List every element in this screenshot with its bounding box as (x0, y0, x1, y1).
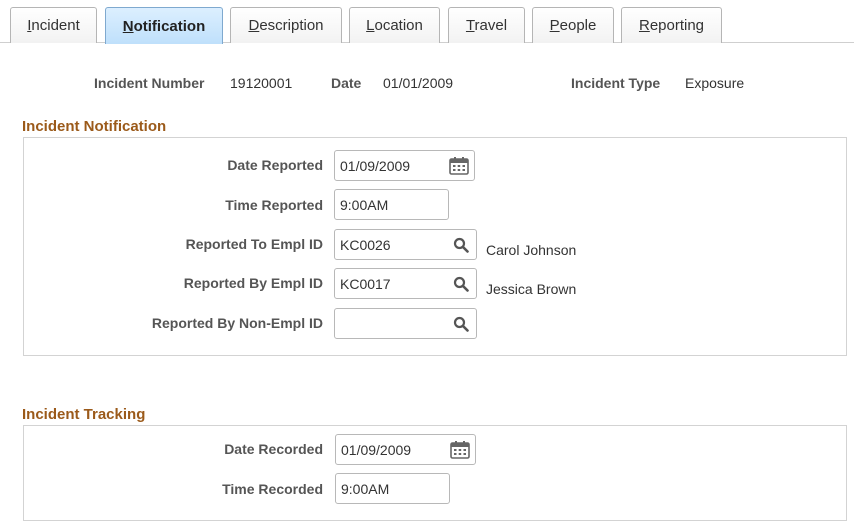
tab-label: Travel (465, 17, 508, 34)
search-icon[interactable] (451, 315, 471, 333)
incident-type-label: Incident Type (571, 75, 661, 91)
tab-reporting[interactable]: Reporting (621, 7, 722, 43)
tab-label: Description (248, 17, 324, 34)
reported-by-nonempl-label: Reported By Non-Empl ID (151, 315, 323, 331)
tab-travel[interactable]: Travel (448, 7, 525, 43)
reported-by-nonempl-field (334, 308, 477, 339)
time-reported-field (334, 189, 449, 220)
incident-tracking-title: Incident Tracking (22, 406, 146, 423)
tab-label: Location (366, 17, 423, 34)
reported-to-name: Carol Johnson (486, 242, 577, 258)
date-label: Date (331, 75, 362, 91)
date-recorded-label: Date Recorded (224, 441, 323, 457)
date-recorded-field (335, 434, 476, 465)
date-reported-label: Date Reported (227, 157, 323, 173)
reported-by-name: Jessica Brown (486, 281, 577, 297)
reported-to-label: Reported To Empl ID (185, 236, 323, 252)
incident-number-label: Incident Number (94, 75, 205, 91)
time-recorded-label: Time Recorded (222, 481, 323, 497)
tab-label: People (549, 17, 597, 34)
time-reported-input[interactable] (340, 196, 448, 213)
time-reported-label: Time Reported (225, 197, 323, 213)
time-recorded-field (335, 473, 450, 504)
calendar-icon[interactable] (450, 441, 470, 459)
incident-number-value: 19120001 (230, 75, 293, 91)
tab-location[interactable]: Location (349, 7, 440, 43)
tab-description[interactable]: Description (230, 7, 342, 43)
reported-to-field (334, 229, 477, 260)
reported-by-field (334, 268, 477, 299)
tab-bar: Incident Notification Description Locati… (0, 0, 854, 44)
tab-notification[interactable]: Notification (105, 7, 223, 44)
tab-incident[interactable]: Incident (10, 7, 97, 43)
calendar-icon[interactable] (449, 157, 469, 175)
tab-label: Notification (122, 17, 206, 35)
search-icon[interactable] (451, 236, 471, 254)
reported-by-label: Reported By Empl ID (183, 275, 323, 291)
date-value: 01/01/2009 (383, 75, 454, 91)
incident-notification-title: Incident Notification (22, 118, 167, 135)
date-reported-field (334, 150, 475, 181)
tab-label: Reporting (638, 17, 705, 34)
tab-people[interactable]: People (532, 7, 614, 43)
tab-label: Incident (27, 17, 80, 34)
time-recorded-input[interactable] (341, 480, 449, 497)
incident-type-value: Exposure (685, 75, 745, 91)
search-icon[interactable] (451, 275, 471, 293)
